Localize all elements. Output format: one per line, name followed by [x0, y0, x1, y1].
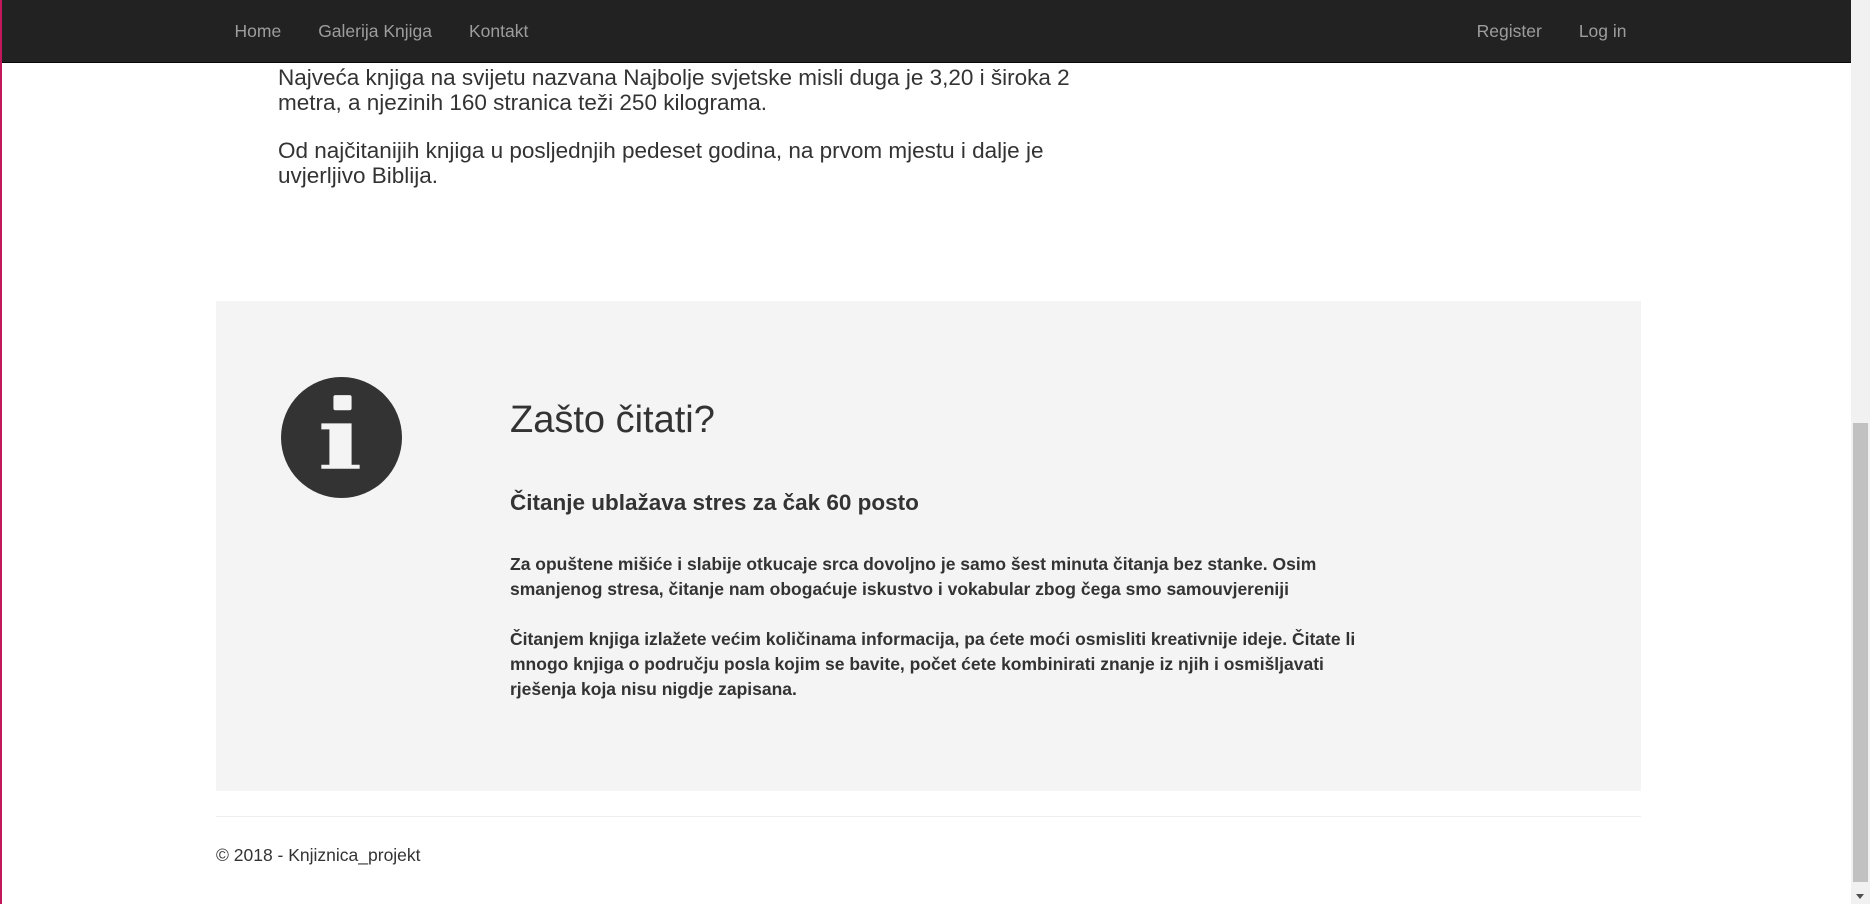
nav-link-register[interactable]: Register: [1458, 0, 1560, 62]
nav-link-log-in[interactable]: Log in: [1560, 0, 1645, 62]
section-title: Zašto čitati?: [510, 399, 715, 441]
navbar-left: Home Galerija Knjiga Kontakt: [216, 0, 547, 62]
section-paragraph: Čitanjem knjiga izlažete većim količinam…: [510, 629, 1356, 699]
section-subtitle: Čitanje ublažava stres za čak 60 posto: [510, 490, 919, 515]
section-paragraph: Za opuštene mišiće i slabije otkucaje sr…: [510, 554, 1317, 599]
navbar: Home Galerija Knjiga Kontakt Register Lo…: [2, 0, 1851, 63]
info-icon: [281, 377, 402, 498]
scroll-down-arrow-icon[interactable]: [1856, 894, 1864, 899]
nav-link-kontakt[interactable]: Kontakt: [451, 0, 547, 62]
page: Home Galerija Knjiga Kontakt Register Lo…: [0, 0, 1851, 904]
footer-divider: [216, 816, 1641, 817]
vertical-scrollbar[interactable]: [1851, 0, 1870, 904]
scrollbar-thumb[interactable]: [1853, 423, 1868, 882]
navbar-right: Register Log in: [1458, 0, 1645, 62]
footer-copyright: © 2018 - Knjiznica_projekt: [216, 845, 421, 865]
intro-paragraph: Od najčitanijih knjiga u posljednjih ped…: [278, 138, 1044, 188]
nav-link-home[interactable]: Home: [216, 0, 300, 62]
jumbotron: [216, 301, 1641, 791]
intro-paragraph: Najveća knjiga na svijetu nazvana Najbol…: [278, 65, 1070, 115]
nav-link-galerija-knjiga[interactable]: Galerija Knjiga: [300, 0, 451, 62]
intro-section: Najveća knjiga na svijetu nazvana Najbol…: [278, 65, 1098, 212]
